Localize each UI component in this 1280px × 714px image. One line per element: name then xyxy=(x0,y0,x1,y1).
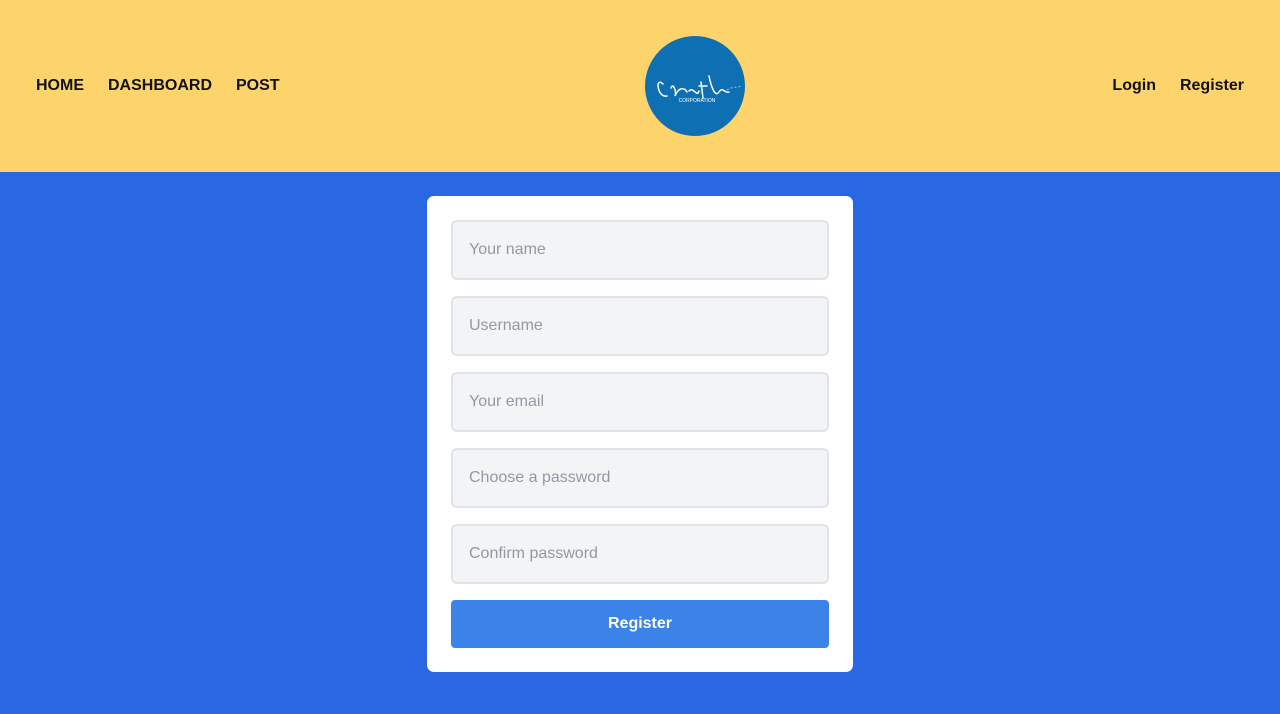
name-input[interactable] xyxy=(451,220,829,280)
nav-dashboard-link[interactable]: DASHBOARD xyxy=(108,76,212,96)
login-link[interactable]: Login xyxy=(1112,76,1156,96)
brand-logo[interactable]: CORPORATION xyxy=(645,36,745,136)
register-form: Register xyxy=(427,196,853,672)
username-input[interactable] xyxy=(451,296,829,356)
nav-home-link[interactable]: HOME xyxy=(36,76,84,96)
logo-subtext: CORPORATION xyxy=(679,98,716,104)
password-input[interactable] xyxy=(451,448,829,508)
auth-nav: Login Register xyxy=(1112,76,1244,96)
page: HOME DASHBOARD POST CORPORATION Login Re… xyxy=(0,0,1280,714)
site-header: HOME DASHBOARD POST CORPORATION Login Re… xyxy=(0,0,1280,172)
email-input[interactable] xyxy=(451,372,829,432)
create-corporation-logo-icon: CORPORATION xyxy=(657,75,742,104)
main-nav: HOME DASHBOARD POST xyxy=(36,76,280,96)
confirm-password-input[interactable] xyxy=(451,524,829,584)
nav-post-link[interactable]: POST xyxy=(236,76,280,96)
register-link[interactable]: Register xyxy=(1180,76,1244,96)
register-button[interactable]: Register xyxy=(451,600,829,648)
